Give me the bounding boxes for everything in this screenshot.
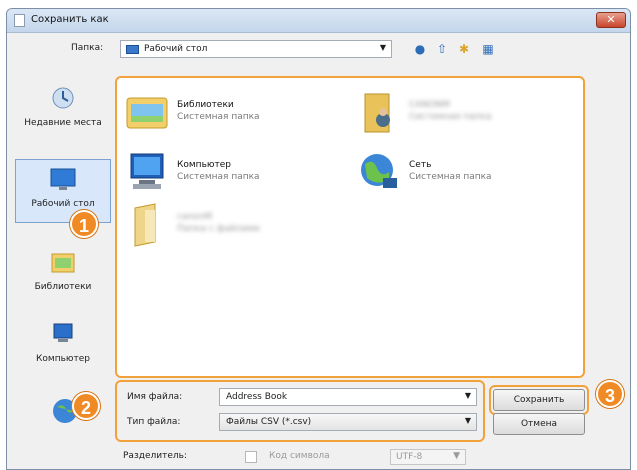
user-folder-icon <box>364 93 390 133</box>
place-desktop[interactable]: Рабочий стол <box>15 159 111 223</box>
item-name: canonM <box>177 212 213 222</box>
folder-icon <box>134 203 156 247</box>
callout-2: 2 <box>72 392 100 420</box>
save-button[interactable]: Сохранить <box>493 389 585 411</box>
item-type: Системная папка <box>409 172 492 182</box>
recent-places-icon <box>52 87 74 109</box>
libraries-folder-icon <box>126 97 168 129</box>
encoding-value: UTF-8 <box>396 452 423 462</box>
list-item[interactable]: CANONM Системная папка <box>357 90 557 138</box>
place-recent[interactable]: Недавние места <box>15 85 111 128</box>
filetype-value: Файлы CSV (*.csv) <box>226 417 312 427</box>
chevron-down-icon: ▼ <box>379 43 386 52</box>
filename-value: Address Book <box>226 392 288 402</box>
window-title: Сохранить как <box>31 14 109 25</box>
place-libraries[interactable]: Библиотеки <box>15 249 111 292</box>
encoding-select[interactable]: UTF-8 ▼ <box>390 449 466 465</box>
back-icon[interactable]: ● <box>412 41 428 57</box>
place-computer[interactable]: Компьютер <box>15 321 111 364</box>
places-bar: Недавние места Рабочий стол Библиотеки К… <box>15 71 111 423</box>
folder-label: Папка: <box>71 43 104 53</box>
options-row: Разделитель: Код символа UTF-8 ▼ <box>7 447 630 467</box>
computer-icon <box>53 323 73 342</box>
save-as-dialog: Сохранить как ✕ Папка: Рабочий стол ▼ ● … <box>6 8 631 470</box>
item-name: Компьютер <box>177 160 231 170</box>
item-type: Папка с файлами <box>177 224 260 234</box>
place-label: Компьютер <box>36 354 90 364</box>
chevron-down-icon[interactable]: ▼ <box>465 391 471 400</box>
desktop-icon <box>50 168 76 190</box>
callout-1: 1 <box>70 210 98 238</box>
document-icon <box>14 14 25 27</box>
filetype-select[interactable]: Файлы CSV (*.csv) ▼ <box>219 413 477 431</box>
desktop-icon <box>126 45 139 54</box>
item-name: Библиотеки <box>177 100 234 110</box>
filetype-label: Тип файла: <box>127 417 181 427</box>
filename-input[interactable]: Address Book ▼ <box>219 388 477 406</box>
list-item[interactable]: Сеть Системная папка <box>357 150 557 198</box>
up-folder-icon[interactable]: ⇧ <box>434 41 450 57</box>
toolbar: ● ⇧ ✱ ▦ <box>412 40 522 58</box>
item-type: Системная папка <box>177 172 260 182</box>
separator-label: Разделитель: <box>123 451 187 461</box>
libraries-icon <box>51 253 75 273</box>
network-icon <box>361 154 397 188</box>
callout-3: 3 <box>596 380 624 408</box>
view-menu-icon[interactable]: ▦ <box>480 41 496 57</box>
chevron-down-icon: ▼ <box>464 416 471 425</box>
computer-icon <box>130 153 164 189</box>
list-item[interactable]: Компьютер Системная папка <box>125 150 325 198</box>
item-type: Системная папка <box>177 112 260 122</box>
code-label: Код символа <box>269 451 330 461</box>
new-folder-icon[interactable]: ✱ <box>456 41 472 57</box>
folder-select[interactable]: Рабочий стол ▼ <box>120 40 392 58</box>
list-item[interactable]: Библиотеки Системная папка <box>125 90 325 138</box>
place-label: Рабочий стол <box>31 199 95 209</box>
place-label: Библиотеки <box>34 282 92 292</box>
file-list: Библиотеки Системная папка CANONM Систем… <box>115 76 585 378</box>
chevron-down-icon: ▼ <box>453 451 460 461</box>
cancel-button[interactable]: Отмена <box>493 413 585 435</box>
item-type: Системная папка <box>409 112 492 122</box>
code-checkbox[interactable] <box>245 451 257 463</box>
place-label: Недавние места <box>24 118 102 128</box>
filename-label: Имя файла: <box>127 392 183 402</box>
close-button[interactable]: ✕ <box>596 12 626 28</box>
item-name: CANONM <box>409 100 450 110</box>
folder-select-value: Рабочий стол <box>144 44 208 54</box>
item-name: Сеть <box>409 160 432 170</box>
folder-bar: Папка: Рабочий стол ▼ ● ⇧ ✱ ▦ <box>7 37 630 61</box>
list-item[interactable]: canonM Папка с файлами <box>125 202 325 250</box>
title-bar: Сохранить как ✕ <box>7 9 630 33</box>
file-fields-group: Имя файла: Address Book ▼ Тип файла: Фай… <box>115 380 485 442</box>
